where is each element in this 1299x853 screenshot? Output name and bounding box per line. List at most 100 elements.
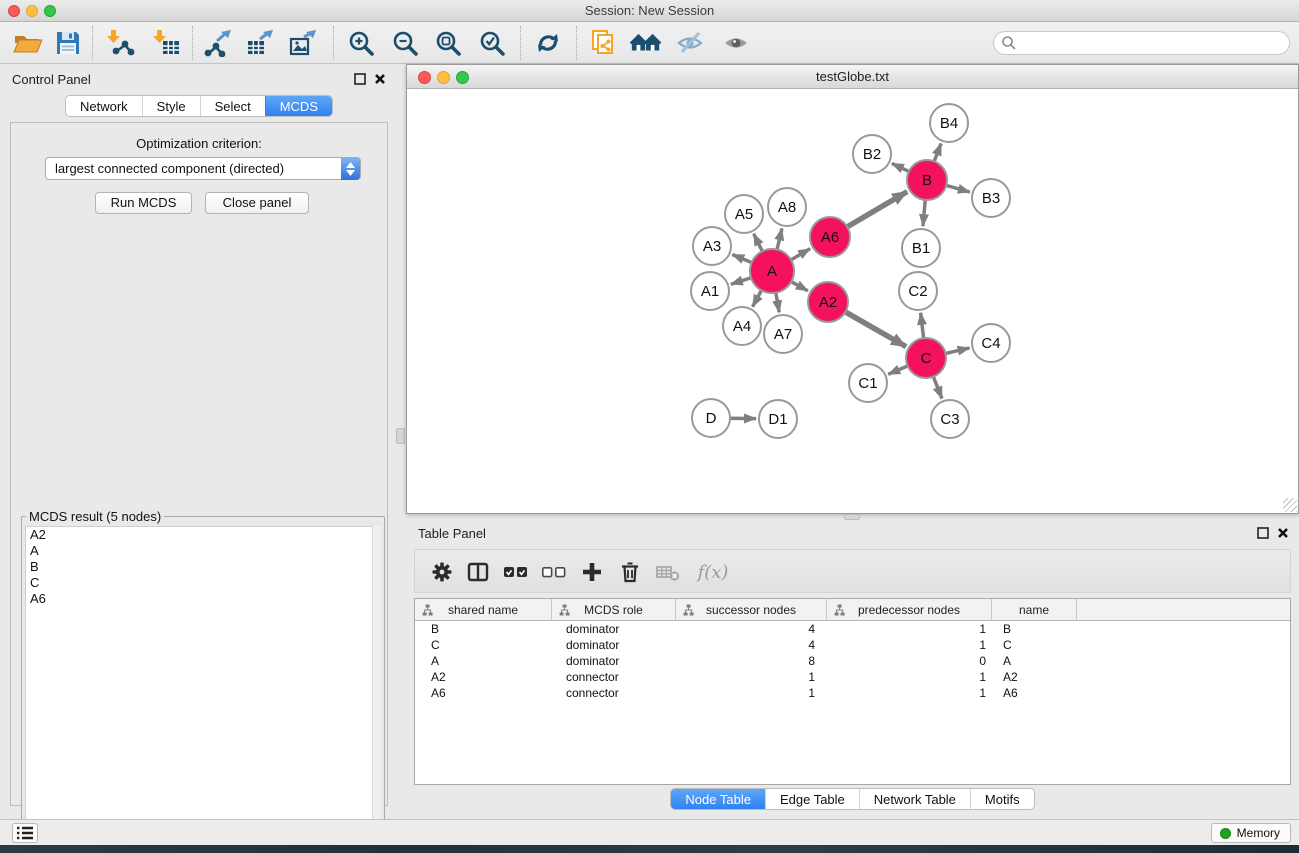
- column-header-predecessor-nodes[interactable]: predecessor nodes: [827, 599, 992, 620]
- tab-network-table[interactable]: Network Table: [859, 789, 970, 809]
- node-label-C1: C1: [858, 375, 877, 392]
- node-label-A: A: [767, 263, 777, 280]
- node-label-A5: A5: [735, 206, 753, 223]
- import-table-icon[interactable]: [150, 28, 182, 58]
- add-column-icon[interactable]: [577, 558, 607, 586]
- select-all-icon[interactable]: [501, 558, 531, 586]
- edge-A-A3: [732, 254, 753, 263]
- search-input[interactable]: [993, 31, 1290, 55]
- tab-network[interactable]: Network: [66, 96, 142, 116]
- network-title: testGlobe.txt: [407, 69, 1298, 84]
- tab-select[interactable]: Select: [200, 96, 265, 116]
- refresh-icon[interactable]: [532, 28, 564, 58]
- table-row[interactable]: A2connector11A2: [415, 669, 1290, 685]
- node-label-A8: A8: [778, 199, 796, 216]
- control-panel-title: Control Panel: [12, 72, 91, 87]
- edge-A-A5: [754, 234, 763, 253]
- result-list-item[interactable]: C: [26, 575, 380, 591]
- list-scrollbar[interactable]: [372, 526, 381, 848]
- tab-style[interactable]: Style: [142, 96, 200, 116]
- edge-A2-C: [844, 311, 906, 347]
- edge-A-A4: [753, 289, 763, 307]
- float-table-panel-icon[interactable]: [1257, 527, 1269, 539]
- table-row[interactable]: Bdominator41B: [415, 621, 1290, 637]
- close-panel-icon[interactable]: [374, 73, 386, 85]
- function-builder-icon[interactable]: f(x): [691, 558, 735, 586]
- settings-icon[interactable]: [427, 558, 457, 586]
- table-body: Bdominator41BCdominator41CAdominator80AA…: [415, 621, 1290, 701]
- criterion-dropdown[interactable]: largest connected component (directed): [45, 157, 361, 180]
- zoom-selected-icon[interactable]: [476, 28, 508, 58]
- hide-selected-icon[interactable]: [674, 28, 706, 58]
- edge-B-B4: [933, 144, 941, 164]
- node-label-B1: B1: [912, 240, 930, 257]
- table-row[interactable]: Cdominator41C: [415, 637, 1290, 653]
- node-table: shared nameMCDS rolesuccessor nodesprede…: [414, 598, 1291, 785]
- window-resize-grip[interactable]: [1283, 498, 1297, 512]
- network-canvas[interactable]: AA6A2BCA1A3A4A5A7A8B1B2B3B4C1C2C3C4DD1: [407, 89, 1298, 513]
- table-header-row: shared nameMCDS rolesuccessor nodesprede…: [415, 599, 1290, 621]
- optimization-label: Optimization criterion:: [11, 136, 387, 151]
- edge-B-B2: [892, 163, 911, 172]
- zoom-out-icon[interactable]: [389, 28, 421, 58]
- node-label-A2: A2: [819, 294, 837, 311]
- result-list-item[interactable]: B: [26, 559, 380, 575]
- import-network-icon[interactable]: [104, 28, 136, 58]
- toolbar-separator: [576, 26, 577, 60]
- run-mcds-button[interactable]: Run MCDS: [95, 192, 192, 214]
- table-row[interactable]: Adominator80A: [415, 653, 1290, 669]
- export-image-icon[interactable]: [288, 28, 320, 58]
- column-header-name[interactable]: name: [992, 599, 1077, 620]
- tab-edge-table[interactable]: Edge Table: [765, 789, 859, 809]
- column-header-shared-name[interactable]: shared name: [415, 599, 552, 620]
- zoom-fit-icon[interactable]: [432, 28, 464, 58]
- delete-table-icon[interactable]: [653, 558, 683, 586]
- show-columns-icon[interactable]: [463, 558, 493, 586]
- table-panel: Table Panel: [406, 520, 1299, 819]
- column-header-MCDS-role[interactable]: MCDS role: [552, 599, 676, 620]
- close-table-panel-icon[interactable]: [1277, 527, 1289, 539]
- node-label-D: D: [706, 410, 717, 427]
- network-window-titlebar[interactable]: testGlobe.txt: [407, 65, 1298, 89]
- export-network-icon[interactable]: [203, 28, 235, 58]
- table-row[interactable]: A6connector11A6: [415, 685, 1290, 701]
- duplicate-network-icon[interactable]: [588, 28, 620, 58]
- fx-label: f(x): [698, 562, 729, 583]
- edge-B-B3: [944, 185, 969, 192]
- float-panel-icon[interactable]: [354, 73, 366, 85]
- save-session-icon[interactable]: [52, 28, 84, 58]
- result-list-item[interactable]: A: [26, 543, 380, 559]
- result-list-item[interactable]: A2: [26, 527, 380, 543]
- delete-column-icon[interactable]: [615, 558, 645, 586]
- open-session-icon[interactable]: [12, 28, 44, 58]
- zoom-in-icon[interactable]: [345, 28, 377, 58]
- column-header-successor-nodes[interactable]: successor nodes: [676, 599, 827, 620]
- tab-mcds[interactable]: MCDS: [265, 96, 332, 116]
- close-panel-button[interactable]: Close panel: [205, 192, 309, 214]
- mcds-panel: Optimization criterion: largest connecte…: [10, 122, 388, 806]
- node-label-D1: D1: [768, 411, 787, 428]
- vertical-split-handle[interactable]: [396, 428, 405, 444]
- tab-motifs[interactable]: Motifs: [970, 789, 1034, 809]
- deselect-all-icon[interactable]: [539, 558, 569, 586]
- task-history-button[interactable]: [12, 823, 38, 843]
- export-table-icon[interactable]: [245, 28, 277, 58]
- table-toolbar: f(x): [414, 549, 1291, 593]
- session-title: Session: New Session: [0, 3, 1299, 18]
- edge-A-A6: [789, 249, 810, 261]
- control-panel: Control Panel NetworkStyleSelectMCDS Opt…: [8, 68, 390, 808]
- search-box: [993, 31, 1290, 55]
- mcds-result-group: MCDS result (5 nodes) A2ABCA6: [21, 509, 385, 852]
- first-neighbors-icon[interactable]: [630, 28, 662, 58]
- mcds-result-title: MCDS result (5 nodes): [29, 509, 161, 524]
- list-icon: [16, 825, 34, 841]
- tab-node-table[interactable]: Node Table: [671, 789, 765, 809]
- node-label-A6: A6: [821, 229, 839, 246]
- toolbar-separator: [192, 26, 193, 60]
- main-toolbar: [0, 22, 1299, 64]
- memory-button[interactable]: Memory: [1211, 823, 1291, 843]
- result-list-item[interactable]: A6: [26, 591, 380, 607]
- show-all-icon[interactable]: [720, 28, 752, 58]
- status-bar: Memory: [0, 819, 1299, 845]
- node-label-C3: C3: [940, 411, 959, 428]
